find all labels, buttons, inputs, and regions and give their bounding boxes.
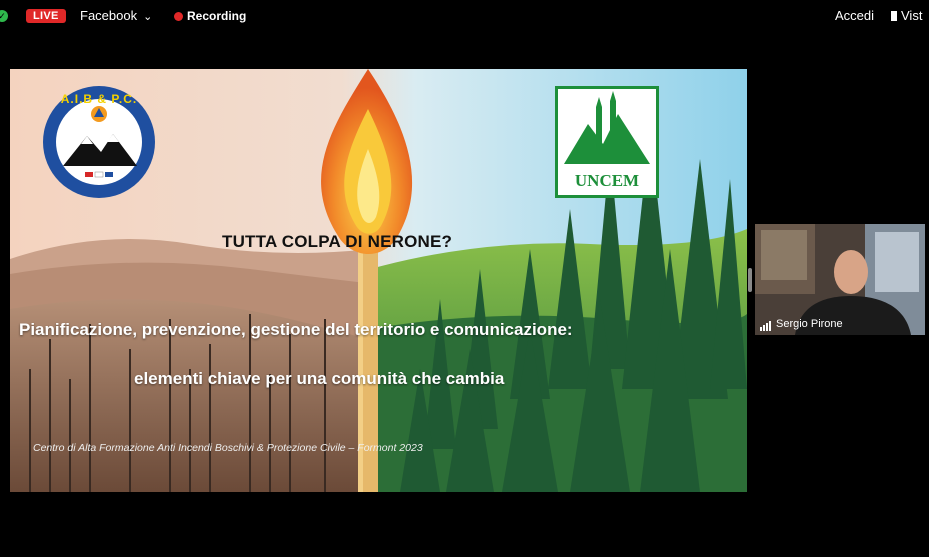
- view-button[interactable]: Vist: [891, 8, 922, 24]
- recording-label: Recording: [187, 9, 247, 23]
- view-label: Vist: [901, 8, 923, 23]
- aib-pc-logo-text: A.I.B & P.C.: [60, 92, 138, 106]
- recording-indicator[interactable]: Recording: [174, 8, 246, 24]
- uncem-logo-text: UNCEM: [574, 171, 640, 190]
- slide-title: TUTTA COLPA DI NERONE?: [222, 232, 453, 251]
- uncem-logo: UNCEM: [555, 86, 659, 198]
- participant-name: Sergio Pirone: [776, 318, 843, 330]
- slide-subtitle-line1: Pianificazione, prevenzione, gestione de…: [19, 320, 573, 339]
- slide-footer: Centro di Alta Formazione Anti Incendi B…: [33, 442, 423, 454]
- chevron-down-icon: ⌄: [143, 11, 153, 23]
- signal-bars-icon: [760, 319, 772, 331]
- slide-subtitle-line2: elementi chiave per una comunità che cam…: [134, 369, 505, 388]
- live-badge[interactable]: LIVE: [26, 9, 66, 23]
- view-icon: [891, 11, 897, 21]
- panel-resize-handle[interactable]: [748, 268, 752, 292]
- meeting-top-bar: ✓ LIVE Facebook ⌄ Recording Accedi Vist: [0, 0, 929, 26]
- participant-name-label: Sergio Pirone: [760, 318, 843, 331]
- uncem-emblem: [564, 91, 650, 164]
- signin-button[interactable]: Accedi: [835, 8, 874, 24]
- stream-target-label: Facebook: [80, 8, 138, 23]
- stream-target-dropdown[interactable]: Facebook ⌄: [80, 8, 152, 25]
- shared-screen-slide: A.I.B & P.C. UNCEM TUTTA COLPA DI NERONE…: [10, 69, 747, 492]
- shield-icon: ✓: [0, 10, 8, 22]
- record-dot-icon: [174, 12, 183, 21]
- participant-video-tile[interactable]: Sergio Pirone: [755, 224, 925, 335]
